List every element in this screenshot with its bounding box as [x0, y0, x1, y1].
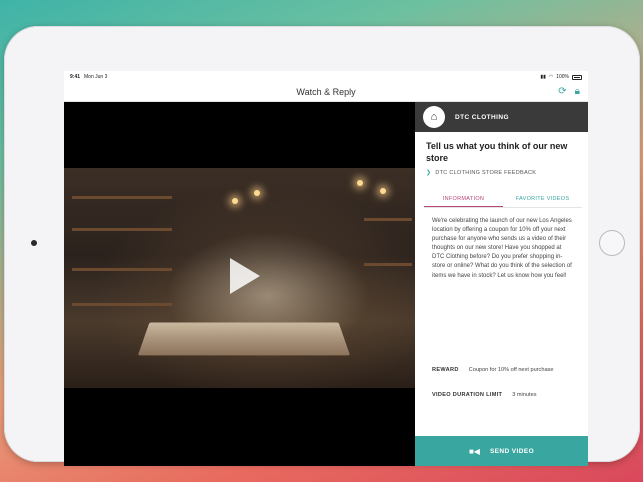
nav-bar: Watch & Reply ⟳ 🔒︎: [64, 83, 588, 102]
refresh-icon[interactable]: ⟳: [558, 86, 566, 98]
status-time: 9:41: [70, 74, 81, 80]
lock-icon[interactable]: 🔒︎: [575, 86, 580, 98]
video-camera-icon: ■◀: [468, 446, 480, 456]
tab-favorite-videos[interactable]: FAVORITE VIDEOS: [503, 192, 582, 207]
reward-value: Coupon for 10% off next purchase: [468, 367, 554, 373]
hanger-icon: ⌂: [423, 106, 445, 128]
duration-label: VIDEO DURATION LIMIT: [432, 392, 503, 398]
tab-bar: INFORMATION FAVORITE VIDEOS: [424, 192, 582, 208]
tab-information[interactable]: INFORMATION: [424, 192, 503, 207]
tag-icon: ❯: [426, 170, 432, 176]
page-title: Watch & Reply: [296, 87, 356, 97]
battery-icon: [572, 74, 582, 80]
home-button[interactable]: [599, 230, 625, 256]
brand-header: ⌂ DTC CLOTHING: [415, 102, 588, 132]
send-video-label: SEND VIDEO: [489, 447, 535, 455]
front-camera: [31, 240, 37, 246]
status-date: Mon Jun 3: [84, 74, 108, 80]
reward-row: REWARD Coupon for 10% off next purchase: [432, 366, 559, 374]
app-screen: 9:41 Mon Jun 3 ▮▮ ◠ 100% Watch & Reply ⟳…: [64, 71, 588, 466]
wifi-icon: ◠: [548, 74, 554, 80]
signal-icon: ▮▮: [540, 74, 546, 80]
send-video-button[interactable]: ■◀ SEND VIDEO: [415, 436, 588, 466]
campaign-title: Tell us what you think of our new store: [426, 141, 568, 163]
duration-row: VIDEO DURATION LIMIT 3 minutes: [432, 391, 537, 399]
battery-percent: 100%: [556, 74, 569, 80]
campaign-panel: ⌂ DTC CLOTHING Tell us what you think of…: [415, 102, 588, 466]
play-icon[interactable]: [230, 258, 260, 294]
video-player[interactable]: [64, 102, 415, 466]
duration-value: 3 minutes: [512, 392, 537, 398]
campaign-description: We're celebrating the launch of our new …: [432, 218, 572, 279]
brand-name: DTC CLOTHING: [455, 113, 509, 121]
campaign-subtitle: ❯ DTC CLOTHING STORE FEEDBACK: [426, 169, 537, 177]
status-bar: 9:41 Mon Jun 3 ▮▮ ◠ 100%: [64, 71, 588, 83]
reward-label: REWARD: [432, 367, 459, 373]
ipad-frame: 9:41 Mon Jun 3 ▮▮ ◠ 100% Watch & Reply ⟳…: [4, 26, 640, 466]
subtitle-text: DTC CLOTHING STORE FEEDBACK: [435, 169, 537, 176]
